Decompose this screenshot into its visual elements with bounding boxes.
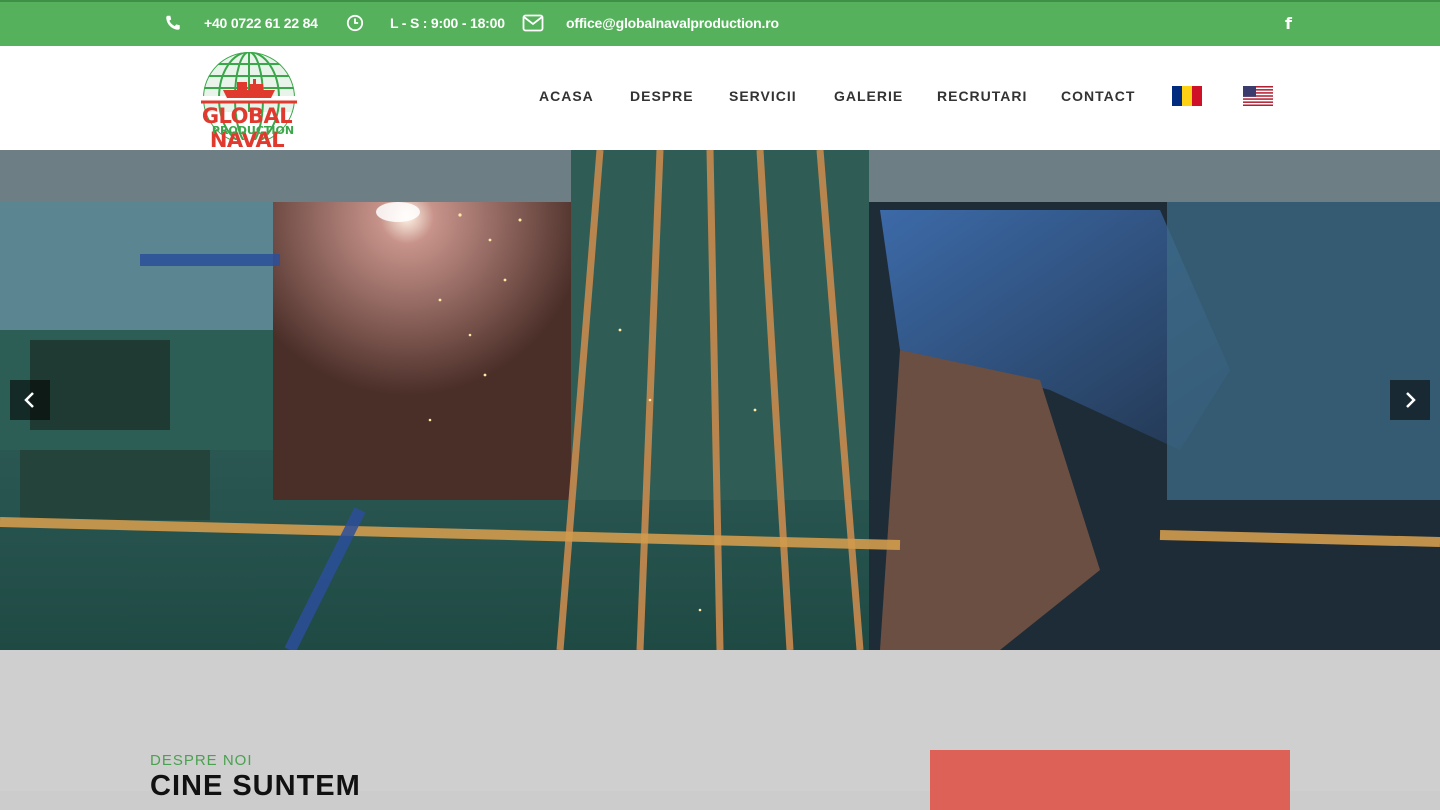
- nav-item-despre[interactable]: DESPRE: [630, 88, 694, 104]
- section-eyebrow: DESPRE NOI: [150, 752, 253, 769]
- accent-box: [930, 750, 1290, 810]
- facebook-icon[interactable]: f: [1285, 14, 1292, 33]
- romania-flag[interactable]: [1172, 86, 1202, 106]
- nav-item-servicii[interactable]: SERVICII: [729, 88, 797, 104]
- nav-item-contact[interactable]: CONTACT: [1061, 88, 1135, 104]
- site-header: GLOBAL NAVAL PRODUCTION ACASA DESPRE SER…: [0, 46, 1440, 152]
- email-text: office@globalnavalproduction.ro: [566, 15, 779, 31]
- hours-info: L - S : 9:00 - 18:00: [346, 14, 505, 32]
- site-logo[interactable]: GLOBAL NAVAL PRODUCTION: [163, 52, 331, 152]
- chevron-right-icon: [1406, 392, 1416, 408]
- hours-text: L - S : 9:00 - 18:00: [390, 15, 505, 31]
- slider-prev-button[interactable]: [10, 380, 50, 420]
- phone-text: +40 0722 61 22 84: [204, 15, 318, 31]
- section-title: CINE SUNTEM: [150, 770, 361, 802]
- nav-item-galerie[interactable]: GALERIE: [834, 88, 903, 104]
- clock-icon: [346, 14, 364, 32]
- hero-slide-image: [0, 150, 1440, 650]
- usa-flag[interactable]: [1243, 86, 1273, 106]
- phone-contact[interactable]: +40 0722 61 22 84: [164, 14, 318, 32]
- slider-next-button[interactable]: [1390, 380, 1430, 420]
- envelope-icon: [522, 14, 544, 32]
- about-section: DESPRE NOI CINE SUNTEM: [0, 650, 1440, 810]
- logo-text-sub: PRODUCTION: [211, 124, 295, 137]
- email-contact[interactable]: office@globalnavalproduction.ro: [522, 14, 779, 32]
- nav-item-acasa[interactable]: ACASA: [539, 88, 594, 104]
- top-contact-bar: +40 0722 61 22 84 L - S : 9:00 - 18:00 o…: [0, 0, 1440, 46]
- phone-icon: [166, 15, 180, 30]
- chevron-left-icon: [24, 392, 34, 408]
- hero-slider: [0, 150, 1440, 650]
- nav-item-recrutari[interactable]: RECRUTARI: [937, 88, 1027, 104]
